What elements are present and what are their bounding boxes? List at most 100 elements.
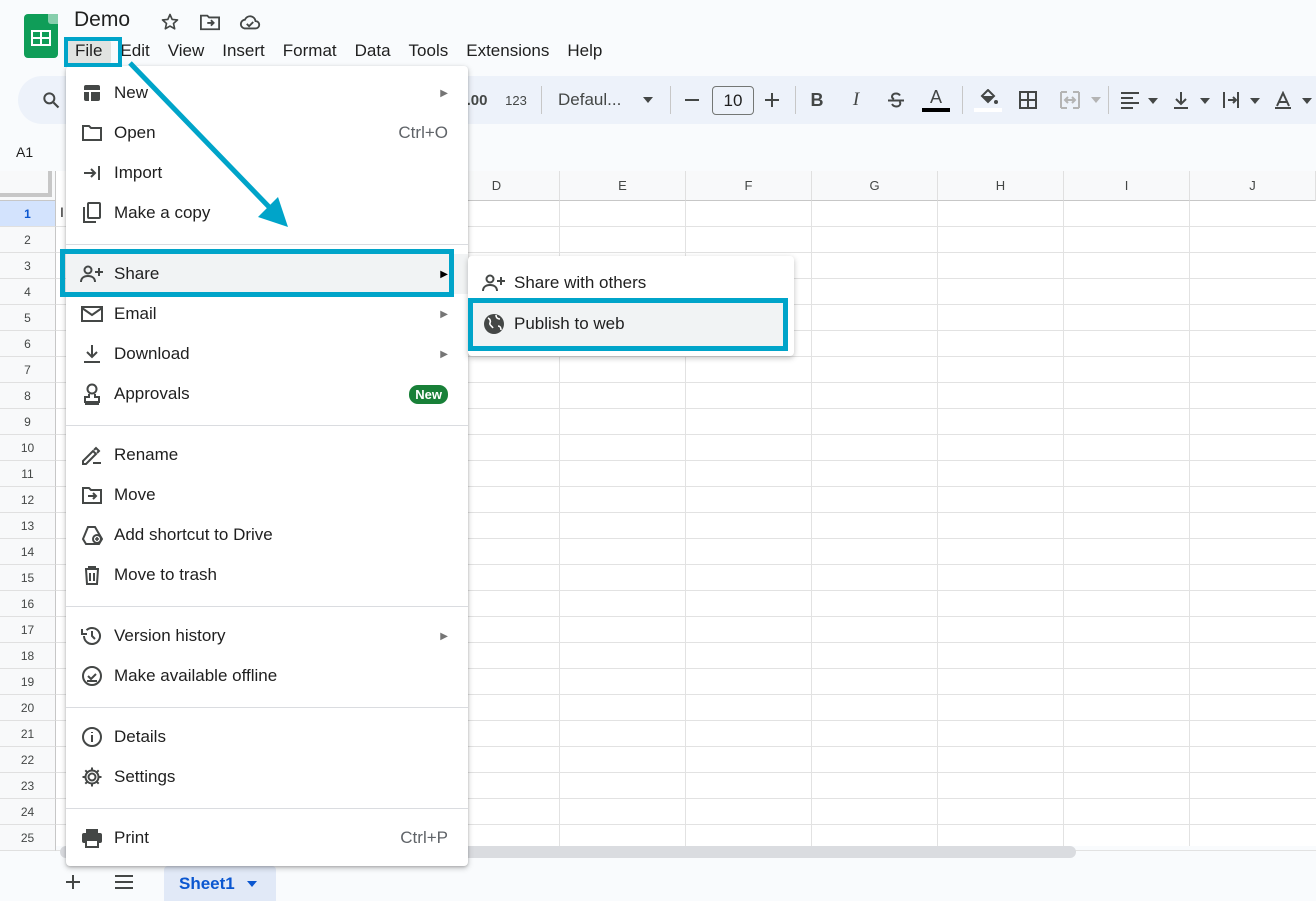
star-icon[interactable] <box>158 10 182 34</box>
row-header[interactable]: 11 <box>0 461 56 487</box>
row-header[interactable]: 8 <box>0 383 56 409</box>
row-header[interactable]: 25 <box>0 825 56 851</box>
menu-item-add-shortcut[interactable]: Add shortcut to Drive <box>66 515 468 555</box>
cloud-status-icon[interactable] <box>238 10 262 34</box>
merge-cells-icon[interactable] <box>1058 88 1082 112</box>
sheet-tab-label: Sheet1 <box>179 873 235 893</box>
row-header[interactable]: 7 <box>0 357 56 383</box>
row-header[interactable]: 20 <box>0 695 56 721</box>
select-all-corner[interactable] <box>0 171 56 201</box>
move-folder-icon[interactable] <box>198 10 222 34</box>
row-header[interactable]: 2 <box>0 227 56 253</box>
menu-data[interactable]: Data <box>346 40 400 64</box>
document-title[interactable]: Demo <box>74 8 130 32</box>
trash-icon <box>66 565 114 585</box>
history-icon <box>66 626 114 646</box>
italic-button[interactable]: I <box>845 88 867 112</box>
row-header[interactable]: 1 <box>0 201 56 227</box>
menu-item-download[interactable]: Download ▶ <box>66 334 468 374</box>
column-header[interactable]: E <box>560 171 686 201</box>
menu-item-print[interactable]: Print Ctrl+P <box>66 818 468 858</box>
gear-icon <box>66 766 114 788</box>
bold-button[interactable]: B <box>806 88 828 112</box>
cell-a1-content[interactable]: I <box>60 204 64 220</box>
text-wrapping-icon[interactable] <box>1220 88 1262 112</box>
row-header[interactable]: 15 <box>0 565 56 591</box>
horizontal-align-icon[interactable] <box>1118 88 1160 112</box>
decrease-font-size-button[interactable] <box>682 88 702 112</box>
info-icon <box>66 726 114 748</box>
menu-item-version-history[interactable]: Version history ▶ <box>66 616 468 656</box>
column-header[interactable]: F <box>686 171 812 201</box>
menu-item-email[interactable]: Email ▶ <box>66 294 468 334</box>
menu-extensions[interactable]: Extensions <box>457 40 558 64</box>
menu-item-move-to-trash[interactable]: Move to trash <box>66 555 468 595</box>
fill-color-icon[interactable] <box>974 88 1002 112</box>
row-header[interactable]: 6 <box>0 331 56 357</box>
column-header[interactable]: G <box>812 171 938 201</box>
row-header[interactable]: 5 <box>0 305 56 331</box>
row-header[interactable]: 17 <box>0 617 56 643</box>
caret-down-icon[interactable] <box>640 88 656 112</box>
row-header[interactable]: 21 <box>0 721 56 747</box>
row-header[interactable]: 10 <box>0 435 56 461</box>
row-header[interactable]: 12 <box>0 487 56 513</box>
new-badge: New <box>409 384 448 404</box>
borders-icon[interactable] <box>1016 88 1040 112</box>
menu-item-settings[interactable]: Settings <box>66 757 468 797</box>
row-header[interactable]: 4 <box>0 279 56 305</box>
increase-font-size-button[interactable] <box>762 88 782 112</box>
mail-icon <box>66 305 114 323</box>
approvals-icon <box>66 383 114 405</box>
sheet-tab[interactable]: Sheet1 <box>164 866 276 901</box>
new-sheet-icon <box>66 84 114 102</box>
row-header[interactable]: 24 <box>0 799 56 825</box>
column-header[interactable]: H <box>938 171 1064 201</box>
row-header[interactable]: 19 <box>0 669 56 695</box>
text-rotation-icon[interactable] <box>1272 88 1314 112</box>
row-header[interactable]: 9 <box>0 409 56 435</box>
row-header[interactable]: 22 <box>0 747 56 773</box>
grid-line <box>811 201 812 846</box>
row-header[interactable]: 18 <box>0 643 56 669</box>
column-header[interactable]: J <box>1190 171 1316 201</box>
menu-item-rename[interactable]: Rename <box>66 435 468 475</box>
submenu-item-publish-to-web[interactable]: Publish to web <box>468 304 794 344</box>
row-header[interactable]: 13 <box>0 513 56 539</box>
row-header[interactable]: 3 <box>0 253 56 279</box>
more-formats-button[interactable]: 123 <box>502 88 530 112</box>
grid-line <box>1189 201 1190 846</box>
menu-help[interactable]: Help <box>558 40 611 64</box>
menu-item-details[interactable]: Details <box>66 717 468 757</box>
font-size-input[interactable]: 10 <box>712 86 754 115</box>
menu-item-approvals[interactable]: Approvals New <box>66 374 468 414</box>
increase-decimal-button[interactable]: .00 <box>466 88 488 112</box>
menu-item-offline[interactable]: Make available offline <box>66 656 468 696</box>
column-header[interactable]: I <box>1064 171 1190 201</box>
search-menus-icon[interactable] <box>38 88 64 112</box>
submenu-item-share-with-others[interactable]: Share with others <box>468 263 794 303</box>
vertical-align-icon[interactable] <box>1170 88 1212 112</box>
text-color-letter: A <box>929 87 942 107</box>
menu-tools[interactable]: Tools <box>400 40 458 64</box>
download-icon <box>66 344 114 364</box>
strikethrough-icon[interactable] <box>884 88 908 112</box>
row-header[interactable]: 16 <box>0 591 56 617</box>
row-header[interactable]: 14 <box>0 539 56 565</box>
globe-icon <box>468 313 514 335</box>
menu-item-move[interactable]: Move <box>66 475 468 515</box>
folder-icon <box>66 124 114 142</box>
grid-line <box>1063 201 1064 846</box>
text-color-button[interactable]: A <box>922 88 950 112</box>
caret-down-icon[interactable] <box>246 880 257 887</box>
name-box[interactable]: A1 <box>16 144 33 160</box>
all-sheets-icon[interactable] <box>114 874 134 890</box>
rename-icon <box>66 445 114 465</box>
caret-down-icon[interactable] <box>1090 88 1102 112</box>
add-sheet-icon[interactable] <box>64 873 82 891</box>
sheets-logo[interactable] <box>24 14 58 58</box>
file-highlight-box <box>64 37 122 67</box>
font-family-select[interactable]: Defaul... <box>558 88 630 112</box>
grid-line <box>937 201 938 846</box>
row-header[interactable]: 23 <box>0 773 56 799</box>
